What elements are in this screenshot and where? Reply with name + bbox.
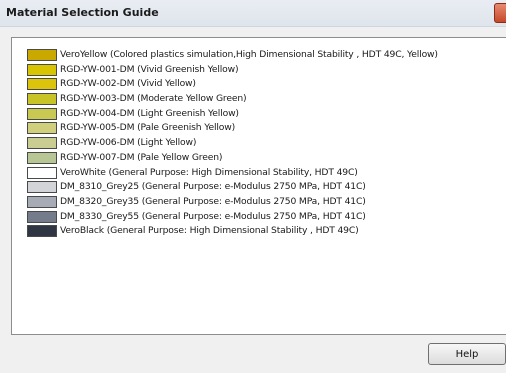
color-swatch: [27, 181, 57, 194]
material-label: DM_8310_Grey25 (General Purpose: e-Modul…: [60, 181, 366, 193]
material-label: DM_8330_Grey55 (General Purpose: e-Modul…: [60, 210, 366, 222]
material-label: RGD-YW-001-DM (Vivid Greenish Yellow): [60, 63, 239, 75]
material-list-item[interactable]: VeroBlack (General Purpose: High Dimensi…: [12, 224, 506, 239]
material-list-item[interactable]: VeroWhite (General Purpose: High Dimensi…: [12, 166, 506, 181]
color-swatch: [27, 63, 57, 76]
material-list-item[interactable]: RGD-YW-004-DM (Light Greenish Yellow): [12, 107, 506, 122]
material-list-item[interactable]: RGD-YW-007-DM (Pale Yellow Green): [12, 151, 506, 166]
color-swatch: [27, 93, 57, 106]
window-title: Material Selection Guide: [6, 6, 159, 19]
material-list-item[interactable]: DM_8330_Grey55 (General Purpose: e-Modul…: [12, 210, 506, 225]
material-list-item[interactable]: RGD-YW-001-DM (Vivid Greenish Yellow): [12, 63, 506, 78]
color-swatch: [27, 137, 57, 150]
material-list-box[interactable]: VeroYellow (Colored plastics simulation,…: [11, 37, 506, 335]
color-swatch: [27, 210, 57, 223]
material-label: VeroWhite (General Purpose: High Dimensi…: [60, 166, 358, 178]
material-label: RGD-YW-006-DM (Light Yellow): [60, 137, 197, 149]
color-swatch: [27, 225, 57, 238]
color-swatch: [27, 122, 57, 135]
color-swatch: [27, 78, 57, 91]
color-swatch: [27, 195, 57, 208]
material-label: RGD-YW-004-DM (Light Greenish Yellow): [60, 107, 239, 119]
color-swatch: [27, 151, 57, 164]
help-button[interactable]: Help: [428, 343, 506, 365]
material-list-item[interactable]: DM_8320_Grey35 (General Purpose: e-Modul…: [12, 195, 506, 210]
material-label: RGD-YW-003-DM (Moderate Yellow Green): [60, 93, 247, 105]
material-list-item[interactable]: RGD-YW-006-DM (Light Yellow): [12, 136, 506, 151]
title-bar: Material Selection Guide: [0, 0, 506, 27]
material-list-item[interactable]: DM_8310_Grey25 (General Purpose: e-Modul…: [12, 180, 506, 195]
color-swatch: [27, 107, 57, 120]
close-icon[interactable]: [494, 3, 506, 23]
color-swatch: [27, 49, 57, 61]
material-label: VeroBlack (General Purpose: High Dimensi…: [60, 225, 359, 237]
material-label: DM_8320_Grey35 (General Purpose: e-Modul…: [60, 195, 366, 207]
material-list-item[interactable]: RGD-YW-003-DM (Moderate Yellow Green): [12, 92, 506, 107]
material-label: RGD-YW-007-DM (Pale Yellow Green): [60, 151, 223, 163]
material-label: RGD-YW-005-DM (Pale Greenish Yellow): [60, 122, 236, 134]
material-list-item[interactable]: VeroYellow (Colored plastics simulation,…: [12, 48, 506, 63]
material-label: RGD-YW-002-DM (Vivid Yellow): [60, 78, 196, 90]
material-list-item[interactable]: RGD-YW-005-DM (Pale Greenish Yellow): [12, 121, 506, 136]
material-list-item[interactable]: RGD-YW-002-DM (Vivid Yellow): [12, 77, 506, 92]
color-swatch: [27, 166, 57, 179]
material-label: VeroYellow (Colored plastics simulation,…: [60, 49, 438, 60]
material-list: VeroYellow (Colored plastics simulation,…: [12, 48, 506, 239]
